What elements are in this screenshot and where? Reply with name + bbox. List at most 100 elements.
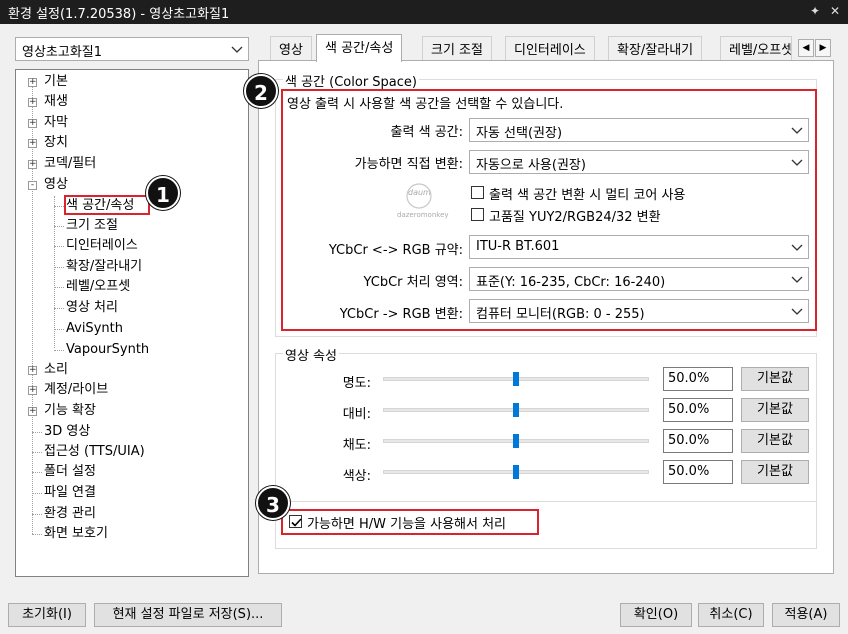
collapse-minus-icon[interactable]: - bbox=[28, 181, 37, 190]
tree-item-label: 확장/잘라내기 bbox=[66, 259, 143, 274]
logo-text: daum bbox=[408, 188, 431, 197]
tree-item-label: 레벨/오프셋 bbox=[66, 279, 131, 294]
hue-slider-thumb[interactable] bbox=[513, 465, 519, 479]
hue-label: 색상: bbox=[342, 469, 371, 484]
ycbcr-spec-select[interactable]: ITU-R BT.601 bbox=[469, 235, 809, 259]
cancel-button[interactable]: 취소(C) bbox=[698, 603, 764, 627]
tree-line bbox=[32, 493, 42, 494]
expand-plus-icon[interactable]: + bbox=[28, 366, 37, 375]
expand-plus-icon[interactable]: + bbox=[28, 160, 37, 169]
expand-plus-icon[interactable]: + bbox=[28, 78, 37, 87]
tree-item-label: 크기 조절 bbox=[66, 218, 118, 233]
tree-line bbox=[32, 452, 42, 453]
tree-line bbox=[54, 308, 64, 309]
reset-button[interactable]: 초기화(I) bbox=[8, 603, 86, 627]
tree-line bbox=[32, 82, 33, 534]
tab-expand-crop[interactable]: 확장/잘라내기 bbox=[608, 36, 703, 60]
contrast-input[interactable]: 50.0% bbox=[663, 398, 733, 422]
brightness-slider-thumb[interactable] bbox=[513, 372, 519, 386]
checkmark-icon bbox=[291, 518, 302, 527]
ycbcr-rgb-convert-select[interactable]: 컴퓨터 모니터(RGB: 0 - 255) bbox=[469, 299, 809, 323]
settings-panel: 색 공간 (Color Space) 영상 출력 시 사용할 색 공간을 선택할… bbox=[258, 60, 834, 574]
tree-line bbox=[32, 432, 42, 433]
chevron-down-icon bbox=[790, 153, 804, 171]
tab-video[interactable]: 영상 bbox=[270, 36, 312, 60]
tab-level-offset[interactable]: 레벨/오프셋 bbox=[720, 36, 792, 60]
tree-line bbox=[32, 472, 42, 473]
tree-item-label: AviSynth bbox=[66, 321, 123, 336]
contrast-slider-thumb[interactable] bbox=[513, 403, 519, 417]
expand-plus-icon[interactable]: + bbox=[28, 98, 37, 107]
tab-bar: 영상 색 공간/속성 크기 조절 디인터레이스 확장/잘라내기 레벨/오프셋 ◀… bbox=[258, 34, 831, 62]
ycbcr-range-select[interactable]: 표준(Y: 16-235, CbCr: 16-240) bbox=[469, 267, 809, 291]
tree-line bbox=[54, 196, 55, 348]
tree-line bbox=[54, 350, 64, 351]
hue-reset-button[interactable]: 기본값 bbox=[741, 460, 809, 484]
tab-scroll-left-icon[interactable]: ◀ bbox=[798, 39, 814, 57]
tree-item-label: 디인터레이스 bbox=[66, 238, 138, 253]
saturation-input[interactable]: 50.0% bbox=[663, 429, 733, 453]
tree-item-label: VapourSynth bbox=[66, 342, 150, 357]
ycbcr-range-value: 표준(Y: 16-235, CbCr: 16-240) bbox=[476, 275, 666, 290]
tree-line bbox=[32, 514, 42, 515]
tree-item-label: 장치 bbox=[44, 135, 68, 150]
tree-line bbox=[54, 287, 64, 288]
hq-convert-label: 고품질 YUY2/RGB24/32 변환 bbox=[489, 210, 661, 225]
pin-icon[interactable]: ✦ bbox=[806, 2, 824, 20]
preset-value: 영상초고화질1 bbox=[22, 45, 103, 60]
chevron-down-icon bbox=[790, 121, 804, 139]
saturation-slider-thumb[interactable] bbox=[513, 434, 519, 448]
close-icon[interactable]: ✕ bbox=[826, 2, 844, 20]
expand-plus-icon[interactable]: + bbox=[28, 407, 37, 416]
color-space-description: 영상 출력 시 사용할 색 공간을 선택할 수 있습니다. bbox=[287, 97, 564, 112]
callout-badge-3: 3 bbox=[256, 486, 290, 520]
saturation-reset-button[interactable]: 기본값 bbox=[741, 429, 809, 453]
hq-convert-checkbox[interactable] bbox=[471, 208, 484, 221]
preset-select[interactable]: 영상초고화질1 bbox=[15, 37, 249, 61]
expand-plus-icon[interactable]: + bbox=[28, 139, 37, 148]
ycbcr-rgb-convert-value: 컴퓨터 모니터(RGB: 0 - 255) bbox=[476, 307, 645, 322]
tab-scroll-right-icon[interactable]: ▶ bbox=[815, 39, 831, 57]
watermark-logo: daum dazeromonkey bbox=[397, 182, 449, 224]
tree-item-label: 영상 bbox=[44, 177, 68, 192]
multicore-checkbox[interactable] bbox=[471, 186, 484, 199]
tree-item-label: 자막 bbox=[44, 115, 68, 130]
contrast-label: 대비: bbox=[342, 407, 371, 422]
expand-plus-icon[interactable]: + bbox=[28, 119, 37, 128]
tab-resize[interactable]: 크기 조절 bbox=[422, 36, 492, 60]
expand-plus-icon[interactable]: + bbox=[28, 386, 37, 395]
tree-item-label: 재생 bbox=[44, 94, 68, 109]
tab-color-space[interactable]: 색 공간/속성 bbox=[316, 34, 403, 62]
saturation-label: 채도: bbox=[342, 438, 371, 453]
save-to-file-button[interactable]: 현재 설정 파일로 저장(S)... bbox=[94, 603, 282, 627]
tab-deinterlace[interactable]: 디인터레이스 bbox=[505, 36, 595, 60]
tree-line bbox=[54, 267, 64, 268]
hw-checkbox[interactable] bbox=[289, 515, 302, 528]
direct-convert-label: 가능하면 직접 변환: bbox=[354, 157, 463, 172]
brightness-input[interactable]: 50.0% bbox=[663, 367, 733, 391]
callout-badge-2: 2 bbox=[244, 74, 278, 108]
tree-item-label: 3D 영상 bbox=[44, 424, 91, 439]
brightness-reset-button[interactable]: 기본값 bbox=[741, 367, 809, 391]
tree-item-label: 파일 연결 bbox=[44, 485, 96, 500]
tree-item-label: 환경 관리 bbox=[44, 506, 96, 521]
apply-button[interactable]: 적용(A) bbox=[772, 603, 840, 627]
contrast-reset-button[interactable]: 기본값 bbox=[741, 398, 809, 422]
output-color-space-select[interactable]: 자동 선택(권장) bbox=[469, 118, 809, 142]
tree-item-label: 소리 bbox=[44, 362, 68, 377]
tree-item-label: 접근성 (TTS/UIA) bbox=[44, 444, 145, 459]
chevron-down-icon bbox=[790, 302, 804, 320]
tree-item-label: 코덱/필터 bbox=[44, 156, 97, 171]
tree-item-label: 폴더 설정 bbox=[44, 464, 96, 479]
tree-line bbox=[32, 534, 42, 535]
ycbcr-spec-value: ITU-R BT.601 bbox=[476, 239, 560, 254]
output-color-space-label: 출력 색 공간: bbox=[390, 125, 463, 140]
tree-item-label: 계정/라이브 bbox=[44, 382, 109, 397]
output-color-space-value: 자동 선택(권장) bbox=[476, 126, 563, 141]
settings-tree[interactable]: + 기본 + 재생 + 자막 + 장치 + 코덱/필터 - 영상 색 공간/속성 크기 조절… bbox=[15, 69, 249, 577]
direct-convert-select[interactable]: 자동으로 사용(권장) bbox=[469, 150, 809, 174]
ok-button[interactable]: 확인(O) bbox=[620, 603, 692, 627]
chevron-down-icon bbox=[790, 238, 804, 256]
callout-badge-1: 1 bbox=[146, 176, 180, 210]
hue-input[interactable]: 50.0% bbox=[663, 460, 733, 484]
